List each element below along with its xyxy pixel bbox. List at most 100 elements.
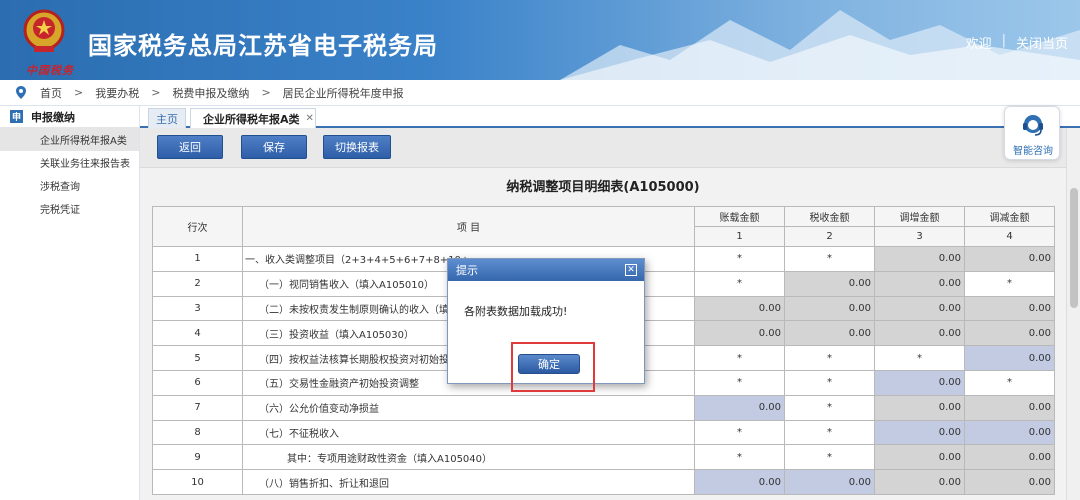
scrollbar-thumb[interactable]	[1070, 188, 1078, 308]
cell-increase: 0.00	[874, 469, 965, 495]
cell-book: 0.00	[694, 295, 785, 322]
save-button[interactable]: 保存	[241, 135, 307, 159]
tab-close-icon[interactable]: ✕	[306, 113, 314, 124]
header-row-no: 行次	[152, 206, 243, 247]
breadcrumb-separator: >	[151, 86, 161, 99]
back-button[interactable]: 返回	[157, 135, 223, 159]
cell-book[interactable]: 0.00	[694, 469, 785, 495]
cell-increase: 0.00	[874, 394, 965, 421]
breadcrumb-tax-services[interactable]: 我要办税	[95, 85, 139, 101]
row-number: 1	[152, 246, 243, 272]
cell-decrease: 0.00	[964, 246, 1055, 272]
smart-consult-label: 智能咨询	[1013, 146, 1053, 157]
sidebar-item-tax-inquiry[interactable]: 涉税查询	[0, 174, 139, 197]
cell-decrease: 0.00	[964, 469, 1055, 495]
tab-home[interactable]: 主页	[148, 108, 186, 128]
sidebar-section-header[interactable]: 申 申报缴纳	[0, 106, 139, 128]
breadcrumb-separator: >	[74, 86, 84, 99]
cell-increase: 0.00	[874, 295, 965, 322]
row-item: （六）公允价值变动净损益	[242, 394, 695, 421]
breadcrumb: 首页 > 我要办税 > 税费申报及缴纳 > 居民企业所得税年度申报	[0, 80, 1080, 106]
dialog-message: 各附表数据加载成功!	[464, 305, 568, 318]
row-number: 6	[152, 369, 243, 396]
tax-emblem-icon	[23, 9, 65, 52]
cell-increase: *	[874, 345, 965, 371]
cell-tax: *	[784, 369, 875, 396]
row-number: 10	[152, 469, 243, 495]
toolbar: 返回 保存 切换报表	[140, 128, 1066, 168]
row-number: 3	[152, 295, 243, 322]
divider: |	[1001, 33, 1006, 48]
form-title: 纳税调整项目明细表(A105000)	[506, 180, 700, 195]
dialog-close-icon[interactable]: ✕	[625, 264, 637, 276]
cell-tax: 0.00	[784, 270, 875, 297]
smart-consult-button[interactable]: 智能咨询	[1004, 106, 1060, 160]
sidebar-item-annual-report-a[interactable]: 企业所得税年报A类	[0, 128, 139, 151]
header-col-number: 2	[784, 226, 875, 247]
cell-decrease: 0.00	[964, 394, 1055, 421]
cell-tax: *	[784, 394, 875, 421]
cell-book[interactable]: 0.00	[694, 394, 785, 421]
close-page-link[interactable]: 关闭当页	[1016, 33, 1068, 52]
breadcrumb-home[interactable]: 首页	[40, 85, 62, 101]
header-col-number: 4	[964, 226, 1055, 247]
breadcrumb-annual-filing[interactable]: 居民企业所得税年度申报	[283, 85, 404, 101]
header-col-number: 3	[874, 226, 965, 247]
cell-decrease: 0.00	[964, 320, 1055, 347]
header-item: 项 目	[242, 206, 695, 247]
cell-tax: *	[784, 246, 875, 272]
row-item: 其中：专项用途财政性资金（填入A105040）	[242, 444, 695, 471]
row-number: 5	[152, 345, 243, 371]
table-row: 8 （七）不征税收入 * * 0.00 0.00	[152, 419, 1055, 446]
table-row: 7 （六）公允价值变动净损益 0.00 * 0.00 0.00	[152, 394, 1055, 421]
cell-increase: 0.00	[874, 444, 965, 471]
cell-book: 0.00	[694, 320, 785, 347]
customer-service-headset-icon	[1023, 115, 1043, 136]
tab-annual-report-a[interactable]: 企业所得税年报A类 ✕	[190, 108, 316, 128]
row-number: 8	[152, 419, 243, 446]
section-icon: 申	[10, 110, 23, 123]
cell-book: *	[694, 419, 785, 446]
cell-increase: 0.00	[874, 246, 965, 272]
header-decrease-amount: 调减金额	[964, 206, 1055, 227]
cell-decrease: 0.00	[964, 444, 1055, 471]
cell-increase[interactable]: 0.00	[874, 419, 965, 446]
site-title: 国家税务总局江苏省电子税务局	[88, 32, 438, 60]
header-book-amount: 账载金额	[694, 206, 785, 227]
cell-increase[interactable]: 0.00	[874, 369, 965, 396]
breadcrumb-filing-payment[interactable]: 税费申报及缴纳	[172, 85, 249, 101]
sidebar: 申 申报缴纳 企业所得税年报A类 关联业务往来报告表 涉税查询 完税凭证	[0, 106, 140, 500]
header-tax-amount: 税收金额	[784, 206, 875, 227]
tab-strip: 主页 企业所得税年报A类 ✕	[140, 106, 1080, 128]
emblem-caption: 中国税务	[26, 64, 74, 77]
location-pin-icon	[16, 86, 26, 99]
sidebar-section-label: 申报缴纳	[31, 110, 75, 124]
header-increase-amount: 调增金额	[874, 206, 965, 227]
cell-tax[interactable]: 0.00	[784, 469, 875, 495]
sidebar-item-tax-certificate[interactable]: 完税凭证	[0, 197, 139, 220]
site-header: 中国税务 国家税务总局江苏省电子税务局 欢迎 | 关闭当页	[0, 0, 1080, 80]
cell-book: *	[694, 270, 785, 297]
header-col-number: 1	[694, 226, 785, 247]
sidebar-item-related-transactions[interactable]: 关联业务往来报告表	[0, 151, 139, 174]
cell-decrease[interactable]: 0.00	[964, 419, 1055, 446]
cell-increase: 0.00	[874, 320, 965, 347]
cell-book: *	[694, 369, 785, 396]
switch-report-button[interactable]: 切换报表	[323, 135, 391, 159]
vertical-scrollbar[interactable]	[1066, 128, 1080, 500]
cell-book: *	[694, 345, 785, 371]
cell-decrease[interactable]: 0.00	[964, 345, 1055, 371]
row-number: 2	[152, 270, 243, 297]
cell-book: *	[694, 444, 785, 471]
ok-button-highlight-box	[511, 342, 595, 392]
cell-tax: *	[784, 345, 875, 371]
cell-increase: 0.00	[874, 270, 965, 297]
row-item: （七）不征税收入	[242, 419, 695, 446]
row-item: （八）销售折扣、折让和退回	[242, 469, 695, 495]
cell-decrease: *	[964, 369, 1055, 396]
cell-tax: 0.00	[784, 320, 875, 347]
cell-decrease: *	[964, 270, 1055, 297]
row-number: 7	[152, 394, 243, 421]
cell-book: *	[694, 246, 785, 272]
row-number: 9	[152, 444, 243, 471]
